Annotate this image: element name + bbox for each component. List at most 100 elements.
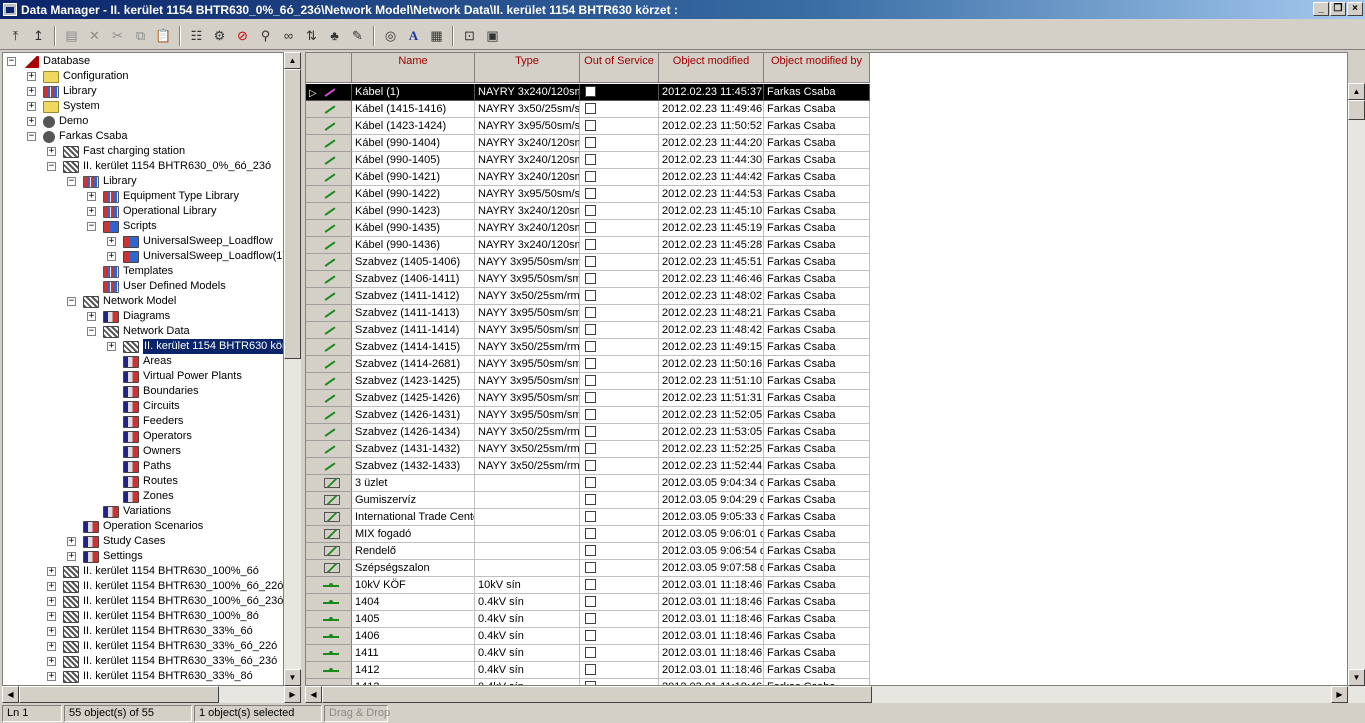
- table-row[interactable]: MIX fogadó 2012.03.05 9:06:01 d Farkas Csa…: [306, 526, 870, 543]
- table-row[interactable]: Szabvez (1414-2681) NAYY 3x95/50sm/sm 2012…: [306, 356, 870, 373]
- table-scroll-thumb[interactable]: [1348, 100, 1365, 120]
- collapse-icon[interactable]: −: [7, 57, 16, 66]
- tree-node[interactable]: + System: [3, 99, 100, 114]
- expand-icon[interactable]: +: [67, 552, 76, 561]
- settings-icon[interactable]: ⚙: [208, 25, 231, 47]
- table-scroll-right-icon[interactable]: ▶: [1331, 686, 1348, 703]
- row-symbol[interactable]: [306, 356, 352, 373]
- row-symbol[interactable]: [306, 390, 352, 407]
- table-row[interactable]: 1412 0.4kV sín 2012.03.01 11:18:46 Farkas C…: [306, 662, 870, 679]
- script-icon[interactable]: ▦: [425, 25, 448, 47]
- out-of-service-checkbox[interactable]: [585, 188, 596, 199]
- row-symbol[interactable]: [306, 509, 352, 526]
- collapse-icon[interactable]: −: [67, 177, 76, 186]
- table-row[interactable]: 1411 0.4kV sín 2012.03.01 11:18:46 Farkas C…: [306, 645, 870, 662]
- tree-node[interactable]: + II. kerület 1154 BHTR630_100%_8ó: [3, 609, 259, 624]
- table-row[interactable]: Szabvez (1426-1434) NAYY 3x50/25sm/rm 2012…: [306, 424, 870, 441]
- tree-node[interactable]: + Demo: [3, 114, 88, 129]
- tree-node[interactable]: Circuits: [3, 399, 180, 414]
- out-of-service-checkbox[interactable]: [585, 290, 596, 301]
- binoculars-icon[interactable]: ◎: [379, 25, 402, 47]
- tree-node[interactable]: + Study Cases: [3, 534, 165, 549]
- table-row[interactable]: Kábel (1423-1424) NAYRY 3x95/50sm/s 2012.0…: [306, 118, 870, 135]
- expand-icon[interactable]: +: [87, 207, 96, 216]
- row-symbol[interactable]: [306, 322, 352, 339]
- row-symbol[interactable]: [306, 373, 352, 390]
- edit-icon[interactable]: ✎: [346, 25, 369, 47]
- out-of-service-checkbox[interactable]: [585, 375, 596, 386]
- row-symbol[interactable]: [306, 288, 352, 305]
- out-of-service-checkbox[interactable]: [585, 426, 596, 437]
- tree-node[interactable]: Variations: [3, 504, 171, 519]
- tree-node[interactable]: Boundaries: [3, 384, 199, 399]
- tree-node[interactable]: + II. kerület 1154 BHTR630_33%_6ó_22ó: [3, 639, 277, 654]
- table-row[interactable]: Kábel (990-1423) NAYRY 3x240/120sm 2012.02…: [306, 203, 870, 220]
- row-symbol[interactable]: [306, 441, 352, 458]
- table-row[interactable]: Szabvez (1425-1426) NAYY 3x95/50sm/sm 2012…: [306, 390, 870, 407]
- row-symbol[interactable]: [306, 220, 352, 237]
- out-of-service-checkbox[interactable]: [585, 239, 596, 250]
- collapse-icon[interactable]: −: [87, 222, 96, 231]
- tree-node[interactable]: − II. kerület 1154 BHTR630_0%_6ó_23ó: [3, 159, 271, 174]
- table-row[interactable]: International Trade Center 2012.03.05 9:0…: [306, 509, 870, 526]
- row-symbol[interactable]: [306, 679, 352, 685]
- row-symbol[interactable]: [306, 135, 352, 152]
- table-scroll-up-icon[interactable]: ▲: [1348, 83, 1365, 100]
- tree-node[interactable]: + Operational Library: [3, 204, 217, 219]
- table-row[interactable]: Kábel (990-1436) NAYRY 3x240/120sm 2012.02…: [306, 237, 870, 254]
- tree-scroll-thumb[interactable]: [284, 69, 301, 359]
- row-symbol[interactable]: [306, 237, 352, 254]
- filter-icon[interactable]: ∞: [277, 25, 300, 47]
- out-of-service-checkbox[interactable]: [585, 392, 596, 403]
- tree-node[interactable]: Areas: [3, 354, 172, 369]
- collapse-icon[interactable]: −: [27, 132, 36, 141]
- row-symbol[interactable]: [306, 254, 352, 271]
- collapse-icon[interactable]: −: [67, 297, 76, 306]
- table-row[interactable]: Kábel (990-1422) NAYRY 3x95/50sm/s 2012.02…: [306, 186, 870, 203]
- scroll-down-arrow-icon[interactable]: ▼: [284, 669, 301, 686]
- table-row[interactable]: Szépségszalon 2012.03.05 9:07:58 d Farkas …: [306, 560, 870, 577]
- table-row[interactable]: ▷ Kábel (1) NAYRY 3x240/120sm 2012.02.23 11…: [306, 84, 870, 101]
- expand-icon[interactable]: +: [47, 612, 56, 621]
- out-of-service-checkbox[interactable]: [585, 358, 596, 369]
- row-symbol[interactable]: [306, 662, 352, 679]
- out-of-service-checkbox[interactable]: [585, 647, 596, 658]
- tree-node[interactable]: − Scripts: [3, 219, 157, 234]
- collapse-icon[interactable]: −: [47, 162, 56, 171]
- out-of-service-checkbox[interactable]: [585, 494, 596, 505]
- table-row[interactable]: Szabvez (1411-1414) NAYY 3x95/50sm/sm 2012…: [306, 322, 870, 339]
- tree-node[interactable]: Owners: [3, 444, 181, 459]
- out-of-service-checkbox[interactable]: [585, 460, 596, 471]
- table-row[interactable]: Kábel (1415-1416) NAYRY 3x50/25sm/s 2012.0…: [306, 101, 870, 118]
- out-of-service-checkbox[interactable]: [585, 511, 596, 522]
- folder-tree[interactable]: − Database + Configuration + Library + System + D…: [2, 52, 284, 686]
- table-row[interactable]: Kábel (990-1404) NAYRY 3x240/120sm 2012.02…: [306, 135, 870, 152]
- tree-node[interactable]: + Diagrams: [3, 309, 170, 324]
- table-row[interactable]: Rendelő 2012.03.05 9:06:54 d Farkas Csaba: [306, 543, 870, 560]
- row-symbol[interactable]: [306, 645, 352, 662]
- tree-node[interactable]: − Database: [3, 54, 90, 69]
- table-row[interactable]: 1405 0.4kV sín 2012.03.01 11:18:46 Farkas C…: [306, 611, 870, 628]
- scroll-up-arrow-icon[interactable]: ▲: [284, 52, 301, 69]
- column-header-name[interactable]: Name: [352, 53, 475, 83]
- out-of-service-checkbox[interactable]: [585, 409, 596, 420]
- row-symbol[interactable]: [306, 407, 352, 424]
- out-of-service-checkbox[interactable]: [585, 562, 596, 573]
- row-symbol[interactable]: ▷: [306, 84, 352, 101]
- tree-hscroll-thumb[interactable]: [19, 686, 219, 703]
- expand-icon[interactable]: +: [47, 147, 56, 156]
- tree-node[interactable]: Routes: [3, 474, 178, 489]
- table-row[interactable]: Szabvez (1411-1413) NAYY 3x95/50sm/sm 2012…: [306, 305, 870, 322]
- expand-icon[interactable]: +: [47, 567, 56, 576]
- tree-node[interactable]: Virtual Power Plants: [3, 369, 242, 384]
- expand-icon[interactable]: +: [27, 72, 36, 81]
- table-row[interactable]: 1404 0.4kV sín 2012.03.01 11:18:46 Farkas C…: [306, 594, 870, 611]
- tree-node[interactable]: + Configuration: [3, 69, 128, 84]
- table-row[interactable]: Kábel (990-1435) NAYRY 3x240/120sm 2012.02…: [306, 220, 870, 237]
- out-of-service-checkbox[interactable]: [585, 579, 596, 590]
- row-symbol[interactable]: [306, 152, 352, 169]
- table-horizontal-scrollbar[interactable]: ◀ ▶: [305, 686, 1365, 703]
- column-header-type[interactable]: Type: [475, 53, 580, 83]
- tree-node[interactable]: + II. kerület 1154 BHTR630_33%_6ó: [3, 624, 253, 639]
- delete-icon[interactable]: ✕: [83, 25, 106, 47]
